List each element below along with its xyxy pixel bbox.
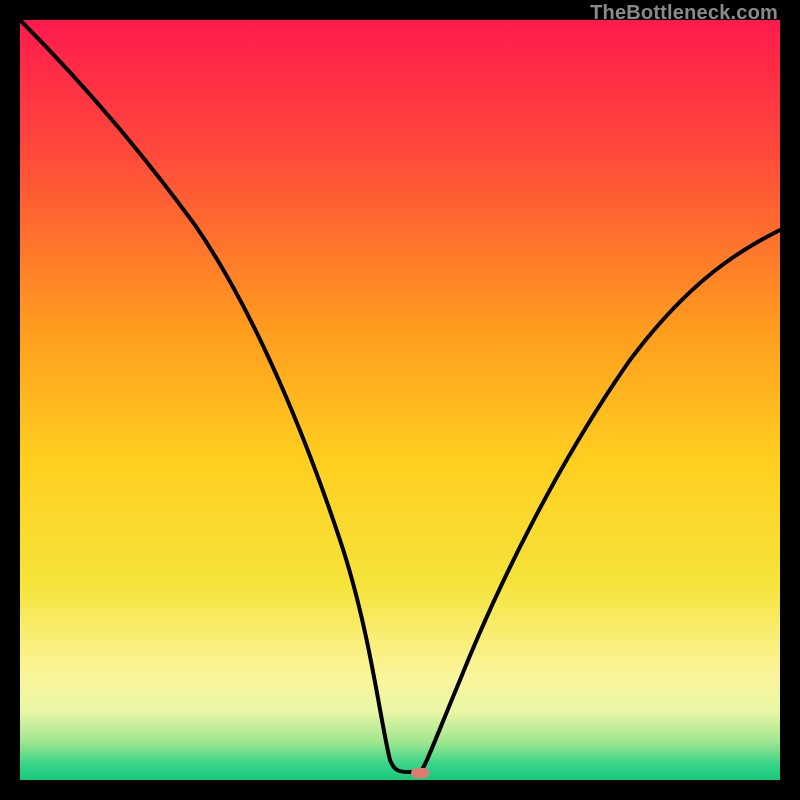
plot-area	[20, 20, 780, 780]
bottleneck-curve	[20, 20, 780, 780]
minimum-marker	[411, 768, 429, 778]
chart-container: TheBottleneck.com	[0, 0, 800, 800]
